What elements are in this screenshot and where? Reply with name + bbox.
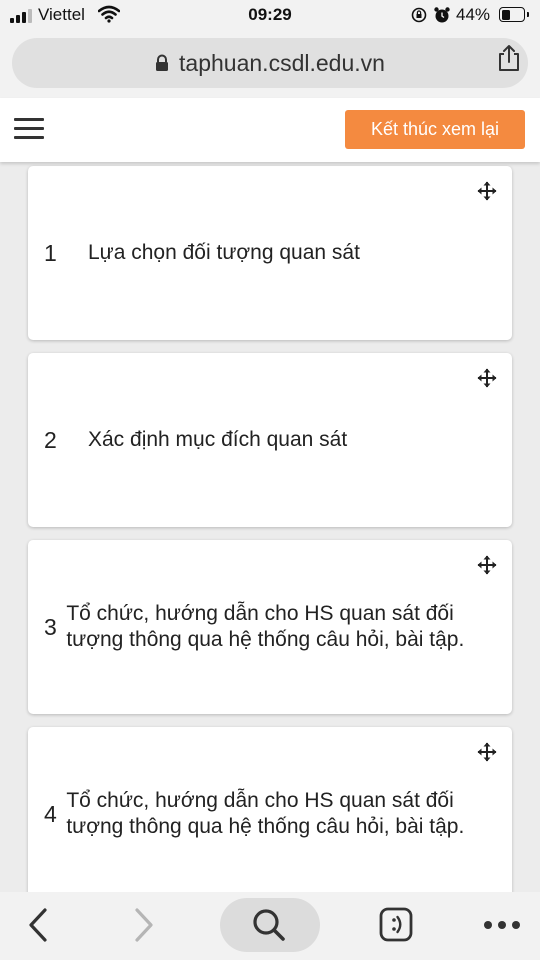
url-text: taphuan.csdl.edu.vn (179, 49, 385, 76)
reader-icon (379, 907, 413, 942)
more-button[interactable] (478, 898, 526, 952)
browser-toolbar (0, 892, 540, 960)
item-text: Tổ chức, hướng dẫn cho HS quan sát đối t… (66, 602, 465, 651)
more-icon (484, 921, 520, 929)
battery-icon (499, 7, 529, 22)
item-text: Tổ chức, hướng dẫn cho HS quan sát đối t… (66, 789, 465, 838)
back-button[interactable] (18, 898, 58, 952)
rotation-lock-icon (411, 7, 427, 23)
end-review-button[interactable]: Kết thúc xem lại (345, 110, 525, 149)
hamburger-icon[interactable] (14, 118, 44, 140)
status-bar: Viettel 09:29 44% (0, 0, 540, 32)
url-field[interactable]: taphuan.csdl.edu.vn (12, 38, 528, 88)
move-icon[interactable] (476, 741, 498, 763)
move-icon[interactable] (476, 367, 498, 389)
item-number: 3 (44, 613, 57, 640)
item-number: 1 (44, 239, 57, 266)
browser-address-bar: taphuan.csdl.edu.vn (0, 32, 540, 98)
step-list: 1 Lựa chọn đối tượng quan sát 2 Xác định… (0, 162, 540, 892)
list-item[interactable]: 3 Tổ chức, hướng dẫn cho HS quan sát đối… (28, 540, 512, 714)
list-item[interactable]: 1 Lựa chọn đối tượng quan sát (28, 166, 512, 340)
item-number: 2 (44, 426, 57, 453)
search-button[interactable] (220, 898, 320, 952)
battery-percent: 44% (456, 5, 491, 24)
lock-icon (156, 54, 169, 71)
share-icon[interactable] (496, 44, 522, 72)
item-text: Lựa chọn đối tượng quan sát (88, 241, 360, 264)
search-icon (253, 909, 285, 941)
item-text: Xác định mục đích quan sát (88, 428, 348, 451)
list-item[interactable]: 2 Xác định mục đích quan sát (28, 353, 512, 527)
forward-button[interactable] (124, 898, 164, 952)
reader-button[interactable] (374, 898, 418, 952)
site-header: Kết thúc xem lại (0, 98, 540, 162)
back-icon (29, 908, 47, 942)
item-number: 4 (44, 800, 57, 827)
list-item[interactable]: 4 Tổ chức, hướng dẫn cho HS quan sát đối… (28, 727, 512, 892)
move-icon[interactable] (476, 554, 498, 576)
forward-icon (135, 908, 153, 942)
move-icon[interactable] (476, 180, 498, 202)
alarm-icon (434, 7, 450, 23)
